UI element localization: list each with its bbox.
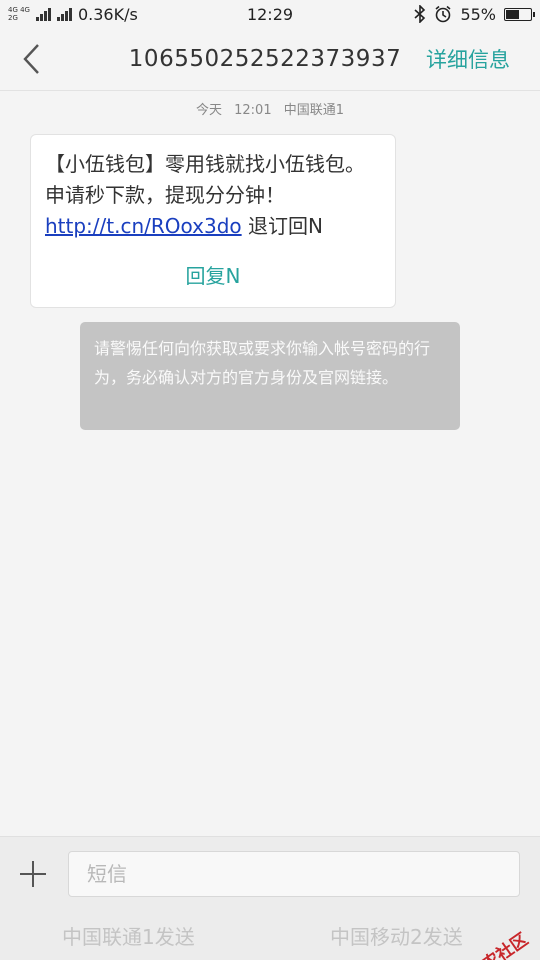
security-warning: 请警惕任何向你获取或要求你输入帐号密码的行为，务必确认对方的官方身份及官网链接。 [80,322,460,430]
message-time: 12:01 [234,103,272,118]
sender-number-part-1: 10655025 [128,46,250,72]
message-unsubscribe: 退订回N [241,214,323,238]
battery-icon [504,7,535,21]
status-right: 55% [414,4,535,24]
message-timestamp: 今天 12:01 中国联通1 [0,99,540,118]
header-divider [0,90,540,91]
message-text: 【小伍钱包】零用钱就找小伍钱包。申请秒下款，提现分分钟！ http://t.cn… [45,149,381,242]
details-button[interactable]: 详细信息 [426,44,510,74]
battery-percent: 55% [460,4,496,24]
message-day: 今天 [195,103,222,118]
status-left: 4G 4G 2G 0.36K/s [8,5,138,24]
add-attachment-button[interactable] [18,859,48,889]
network-speed: 0.36K/s [77,4,138,24]
send-sim1-button[interactable]: 中国联通1发送 [62,921,195,950]
message-link[interactable]: http://t.cn/ROox3do [45,214,242,238]
bluetooth-icon [414,5,426,23]
chevron-left-icon [23,44,39,74]
back-button[interactable] [0,28,64,90]
composer-bar: 中国联通1发送 中国移动2发送 [0,836,540,960]
message-carrier: 中国联通1 [283,103,345,118]
conversation-header: 10655025 2522373937 详细信息 [0,28,540,90]
sender-number: 10655025 2522373937 [128,28,402,90]
network-tag-2: 2G [8,14,18,22]
alarm-icon [435,5,451,23]
send-sim2-button[interactable]: 中国移动2发送 [330,921,463,950]
message-bubble[interactable]: 【小伍钱包】零用钱就找小伍钱包。申请秒下款，提现分分钟！ http://t.cn… [30,134,396,308]
status-bar: 4G 4G 2G 0.36K/s 12:29 55% [0,0,540,28]
network-tag-1: 4G 4G [8,6,30,14]
signal-icon [35,7,51,21]
message-input[interactable] [68,851,520,897]
message-body: 【小伍钱包】零用钱就找小伍钱包。申请秒下款，提现分分钟！ [45,152,365,207]
network-type: 4G 4G 2G [8,6,30,22]
sms-conversation-screen: 4G 4G 2G 0.36K/s 12:29 55% 10655025 2522… [0,0,540,960]
sender-number-part-2: 2522373937 [249,46,402,72]
quick-reply-button[interactable]: 回复N [45,260,381,289]
battery-fill [506,9,520,19]
signal-2-icon [56,7,72,21]
